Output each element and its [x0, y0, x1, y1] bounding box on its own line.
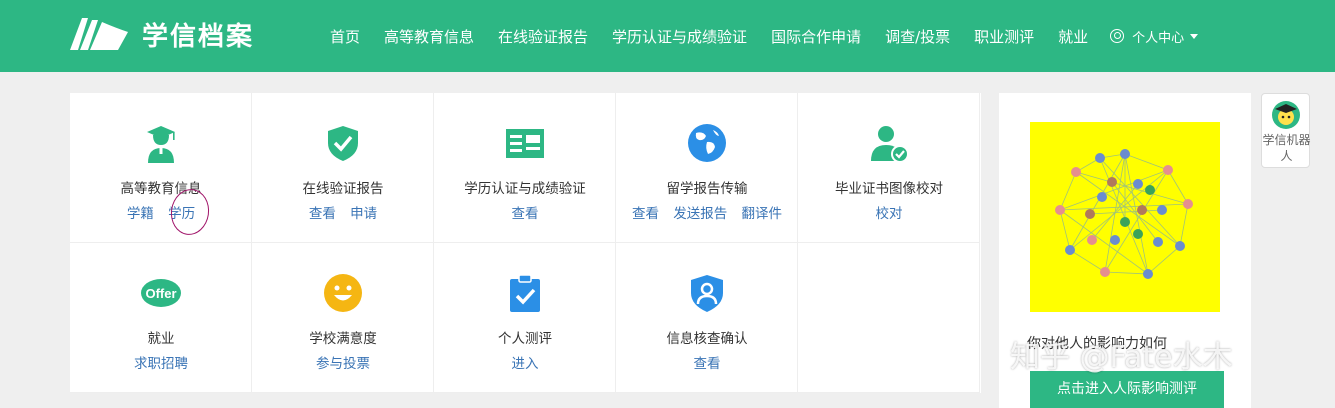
link-enter[interactable]: 进入: [512, 356, 539, 372]
service-title: 在线验证报告: [302, 181, 384, 197]
service-employment: Offer 就业 求职招聘: [70, 243, 252, 393]
service-title: 个人测评: [498, 331, 552, 347]
service-title: 学历认证与成绩验证: [464, 181, 586, 197]
service-grid: 高等教育信息 学籍 学历 在线验证报告 查看 申请 学历认证与成绩验证 查看 留…: [70, 93, 981, 393]
book-logo-icon: [70, 18, 128, 50]
service-certificate-image-check: 毕业证书图像校对 校对: [798, 93, 980, 243]
user-check-icon: [871, 126, 909, 163]
service-study-abroad-report: 留学报告传输 查看 发送报告 翻译件: [616, 93, 798, 243]
service-title: 学校满意度: [309, 331, 377, 347]
service-degree-authentication: 学历认证与成绩验证 查看: [434, 93, 616, 243]
globe-icon: [688, 124, 726, 162]
nav-item-employment[interactable]: 就业: [1058, 26, 1088, 47]
user-center-menu[interactable]: 个人中心: [1110, 27, 1199, 46]
id-card-icon: [506, 129, 544, 158]
top-navigation-bar: 学信档案 首页 高等教育信息 在线验证报告 学历认证与成绩验证 国际合作申请 调…: [0, 0, 1335, 72]
watermark: 知乎 @Fate水木: [1010, 340, 1233, 375]
service-info-verification: 信息核查确认 查看: [616, 243, 798, 393]
shield-check-icon: [328, 126, 358, 161]
user-icon: [1110, 29, 1125, 43]
nav-item-higher-education[interactable]: 高等教育信息: [384, 26, 474, 47]
brand-name: 学信档案: [142, 21, 255, 52]
link-view[interactable]: 查看: [694, 356, 721, 372]
nav-item-degree-authentication[interactable]: 学历认证与成绩验证: [612, 26, 747, 47]
nav-item-home[interactable]: 首页: [330, 26, 360, 47]
link-send-report[interactable]: 发送报告: [673, 206, 727, 222]
influence-test-button[interactable]: 点击进入人际影响测评: [1030, 371, 1224, 408]
link-apply[interactable]: 申请: [350, 206, 377, 222]
link-view[interactable]: 查看: [632, 206, 659, 222]
link-translation[interactable]: 翻译件: [742, 206, 783, 222]
service-title: 毕业证书图像校对: [835, 181, 943, 197]
link-view[interactable]: 查看: [512, 206, 539, 222]
nav-item-survey[interactable]: 调查/投票: [885, 26, 950, 47]
service-title: 留学报告传输: [666, 181, 748, 197]
nav-item-online-verification[interactable]: 在线验证报告: [498, 26, 588, 47]
offer-badge-text: Offer: [145, 286, 176, 301]
nav-item-career-test[interactable]: 职业测评: [974, 26, 1034, 47]
shield-user-icon: [691, 275, 723, 312]
link-proofread[interactable]: 校对: [876, 206, 903, 222]
service-title: 信息核查确认: [666, 331, 748, 347]
service-higher-education: 高等教育信息 学籍 学历: [70, 93, 252, 243]
link-view[interactable]: 查看: [309, 206, 336, 222]
service-title: 就业: [147, 331, 175, 347]
service-personal-assessment: 个人测评 进入: [434, 243, 616, 393]
smiley-icon: [324, 274, 362, 312]
nav-item-international[interactable]: 国际合作申请: [771, 26, 861, 47]
link-job-search[interactable]: 求职招聘: [134, 356, 188, 372]
service-online-verification: 在线验证报告 查看 申请: [252, 93, 434, 243]
chat-robot-button[interactable]: 学信机器人: [1261, 93, 1311, 168]
empty-cell: [798, 243, 980, 393]
influence-test-banner[interactable]: [1030, 122, 1220, 312]
graduate-icon: [147, 126, 175, 163]
chevron-down-icon: [1190, 33, 1199, 39]
network-illustration-icon: [1055, 149, 1193, 279]
offer-badge-icon: Offer: [141, 279, 181, 307]
link-vote[interactable]: 参与投票: [316, 356, 370, 372]
robot-avatar-icon: [1272, 101, 1300, 129]
user-center-label: 个人中心: [1132, 30, 1185, 46]
link-student-status[interactable]: 学籍: [127, 206, 154, 222]
robot-label: 学信机器人: [1262, 133, 1311, 163]
brand-logo[interactable]: 学信档案: [68, 14, 254, 54]
main-nav: 首页 高等教育信息 在线验证报告 学历认证与成绩验证 国际合作申请 调查/投票 …: [318, 0, 1199, 72]
clipboard-check-icon: [510, 274, 540, 312]
service-title: 高等教育信息: [120, 181, 202, 197]
service-school-satisfaction: 学校满意度 参与投票: [252, 243, 434, 393]
